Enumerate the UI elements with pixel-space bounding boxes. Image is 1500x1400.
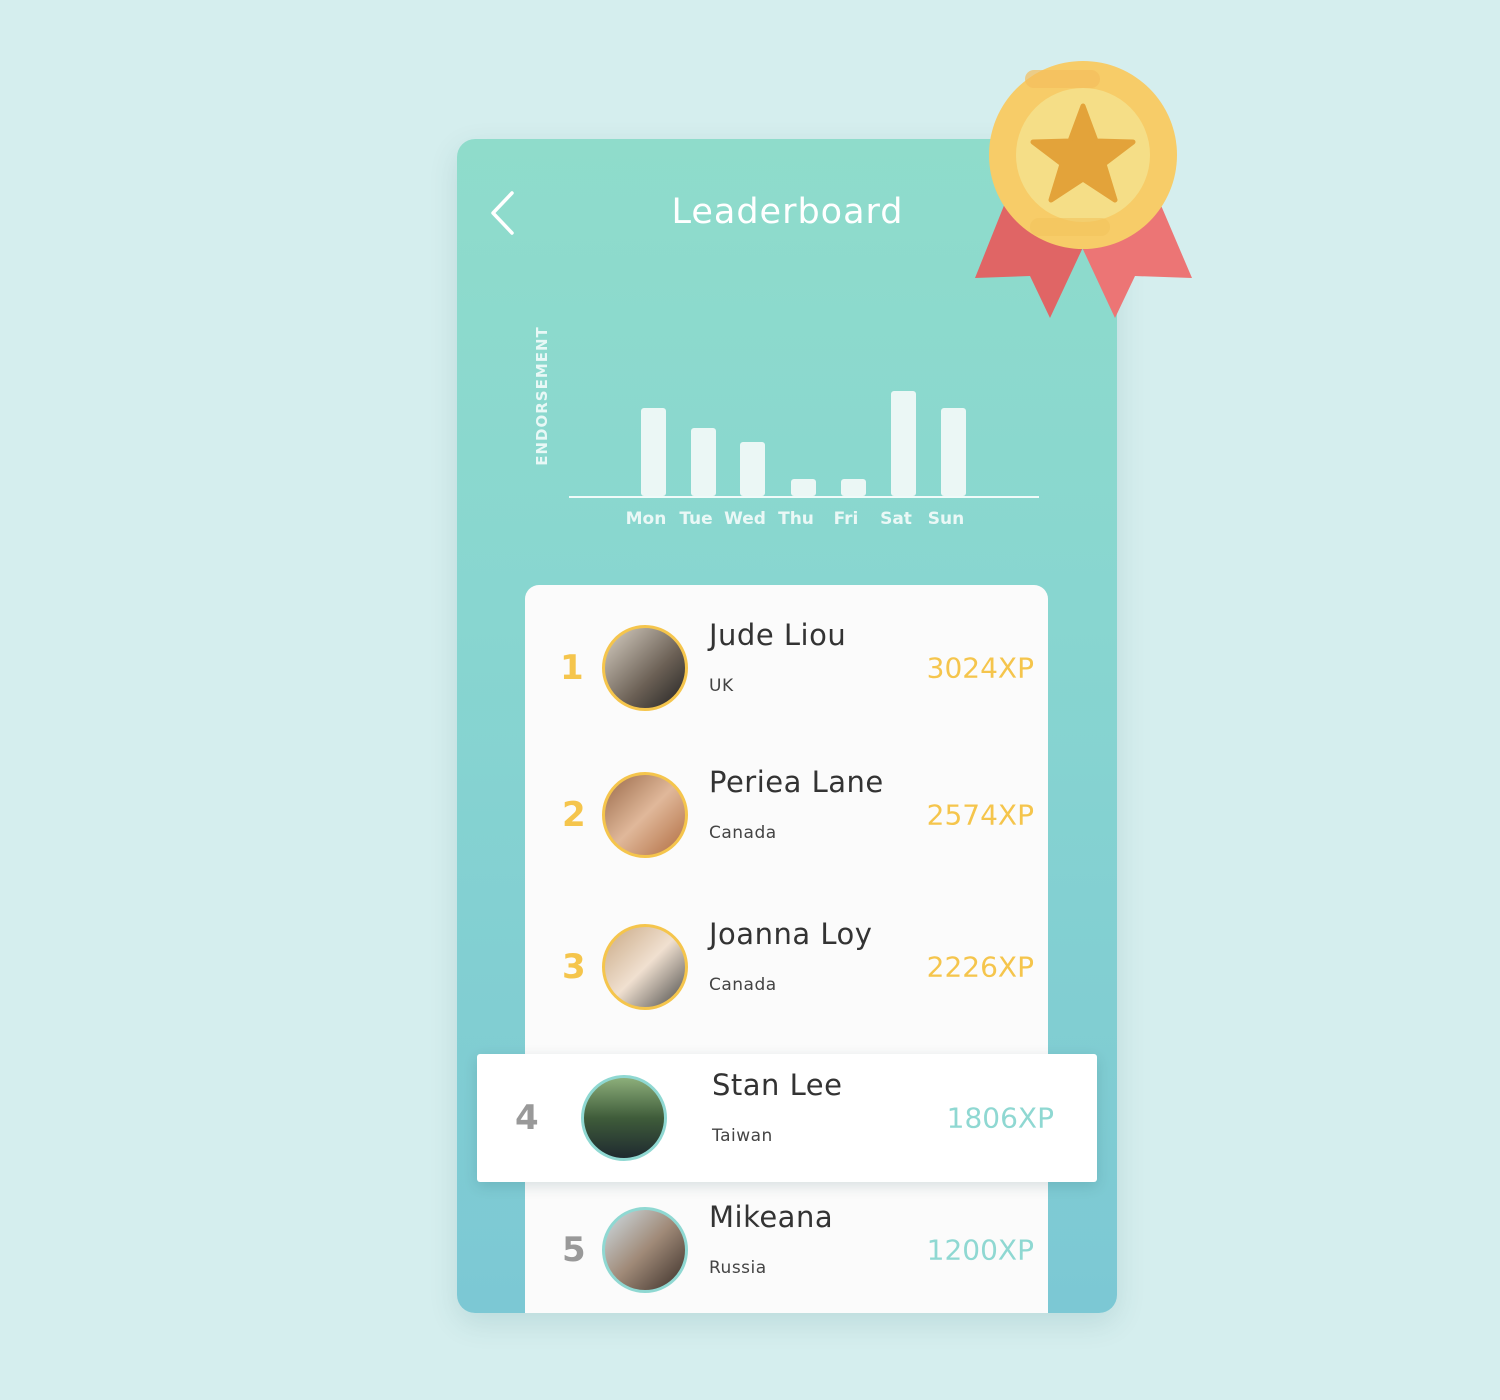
medal-star-icon — [975, 61, 1192, 318]
x-tick-label: Wed — [724, 509, 766, 529]
bar-mon — [641, 408, 666, 496]
bar-thu — [791, 479, 816, 496]
bar-tue — [691, 428, 716, 496]
player-xp: 3024XP — [926, 651, 1034, 685]
leaderboard-row[interactable]: 3 Joanna Loy Canada 2226XP — [525, 903, 1048, 1031]
chart-y-label: ENDORSEMENT — [533, 326, 551, 466]
player-name: Mikeana — [709, 1200, 834, 1234]
player-name: Periea Lane — [709, 765, 884, 799]
rank: 4 — [515, 1098, 539, 1138]
player-name: Stan Lee — [712, 1068, 843, 1102]
player-xp: 2226XP — [926, 950, 1034, 984]
leaderboard-row[interactable]: 5 Mikeana Russia 1200XP — [525, 1186, 1048, 1314]
player-xp: 1200XP — [926, 1233, 1034, 1267]
player-xp: 1806XP — [946, 1101, 1054, 1135]
avatar[interactable] — [602, 1207, 688, 1293]
rank: 3 — [562, 947, 586, 987]
avatar[interactable] — [602, 924, 688, 1010]
x-tick-label: Mon — [626, 509, 667, 529]
avatar[interactable] — [581, 1075, 667, 1161]
rank: 2 — [562, 795, 586, 835]
endorsement-chart: Mon Tue Wed Thu Fri Sat Sun — [569, 391, 1039, 529]
rank: 5 — [562, 1230, 586, 1270]
player-name: Jude Liou — [709, 618, 847, 652]
x-tick-label: Tue — [679, 509, 712, 529]
leaderboard-row[interactable]: 4 Stan Lee Taiwan 1806XP — [477, 1054, 1097, 1182]
rank: 1 — [560, 648, 584, 688]
avatar[interactable] — [602, 625, 688, 711]
player-country: UK — [709, 676, 734, 696]
leaderboard-row[interactable]: 2 Periea Lane Canada 2574XP — [525, 751, 1048, 879]
chevron-left-icon[interactable] — [488, 190, 518, 236]
x-tick-label: Fri — [834, 509, 859, 529]
x-tick-label: Sat — [880, 509, 912, 529]
player-country: Canada — [709, 975, 777, 995]
player-country: Canada — [709, 823, 777, 843]
page-title: Leaderboard — [671, 192, 904, 232]
leaderboard-row[interactable]: 1 Jude Liou UK 3024XP — [525, 604, 1048, 732]
x-tick-label: Sun — [928, 509, 964, 529]
player-country: Taiwan — [712, 1126, 773, 1146]
player-country: Russia — [709, 1258, 767, 1278]
bar-wed — [740, 442, 765, 496]
avatar[interactable] — [602, 772, 688, 858]
x-tick-label: Thu — [778, 509, 814, 529]
bar-fri — [841, 479, 866, 496]
bar-sun — [941, 408, 966, 496]
bar-sat — [891, 391, 916, 496]
player-name: Joanna Loy — [709, 917, 873, 951]
player-xp: 2574XP — [926, 798, 1034, 832]
